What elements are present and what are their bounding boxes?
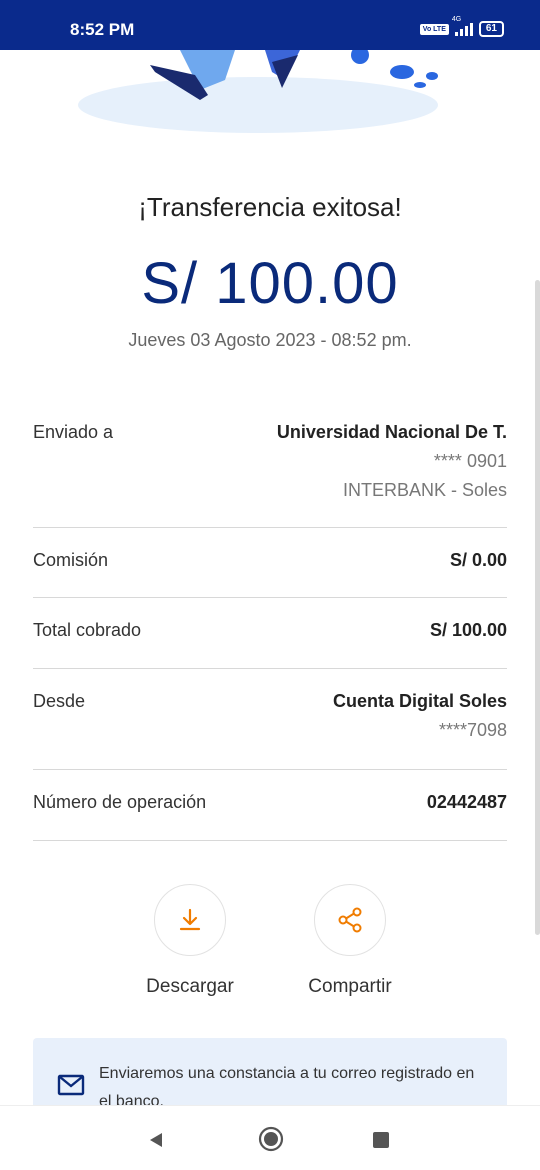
detail-row-total: Total cobrado S/ 100.00 — [33, 598, 507, 669]
operation-number: 02442487 — [426, 792, 507, 812]
signal-icon: 4G — [452, 16, 473, 36]
transfer-amount: S/ 100.00 — [141, 251, 399, 316]
source-account-number: ****7098 — [438, 720, 507, 740]
recipient-bank: INTERBANK - Soles — [342, 480, 507, 500]
source-label: Desde — [33, 691, 86, 711]
detail-row-source: Desde Cuenta Digital Soles ****7098 — [33, 669, 507, 770]
battery-icon: 61 — [478, 21, 504, 37]
home-icon[interactable] — [258, 1126, 284, 1152]
download-button[interactable]: Descargar — [120, 884, 260, 998]
recipient-account: **** 0901 — [433, 451, 507, 471]
share-button[interactable]: Compartir — [280, 884, 420, 998]
share-icon — [338, 907, 362, 933]
mail-icon — [57, 1074, 85, 1096]
recipient-value: Universidad Nacional De T. **** 0901 INT… — [277, 422, 507, 507]
download-label: Descargar — [146, 976, 234, 997]
status-time: 8:52 PM — [70, 20, 135, 39]
transfer-datetime: Jueves 03 Agosto 2023 - 08:52 pm. — [128, 330, 412, 350]
status-icons: Vo LTE 4G 61 — [419, 16, 504, 37]
back-icon[interactable] — [147, 1131, 165, 1149]
recent-apps-icon[interactable] — [373, 1132, 389, 1148]
source-account-name: Cuenta Digital Soles — [332, 691, 507, 711]
transfer-details: Enviado a Universidad Nacional De T. ***… — [33, 400, 507, 841]
total-value: S/ 100.00 — [429, 620, 507, 640]
recipient-label: Enviado a — [33, 422, 114, 442]
commission-label: Comisión — [33, 550, 109, 570]
share-label: Compartir — [308, 976, 392, 997]
network-type: 4G — [451, 16, 462, 23]
detail-row-operation: Número de operación 02442487 — [33, 770, 507, 841]
scrollbar[interactable] — [535, 280, 540, 935]
detail-row-commission: Comisión S/ 0.00 — [33, 528, 507, 598]
total-label: Total cobrado — [33, 620, 142, 640]
volte-icon: Vo LTE — [419, 23, 449, 35]
operation-label: Número de operación — [33, 792, 207, 812]
download-icon — [179, 908, 201, 931]
share-icon-circle[interactable] — [314, 884, 386, 956]
recipient-name: Universidad Nacional De T. — [276, 422, 507, 442]
system-nav-bar — [0, 1105, 540, 1170]
detail-row-recipient: Enviado a Universidad Nacional De T. ***… — [33, 400, 507, 528]
success-illustration — [0, 50, 540, 140]
status-bar: 8:52 PM Vo LTE 4G 61 — [0, 0, 540, 50]
page-title: ¡Transferencia exitosa! — [138, 192, 402, 222]
commission-value: S/ 0.00 — [449, 550, 507, 570]
download-icon-circle[interactable] — [154, 884, 226, 956]
